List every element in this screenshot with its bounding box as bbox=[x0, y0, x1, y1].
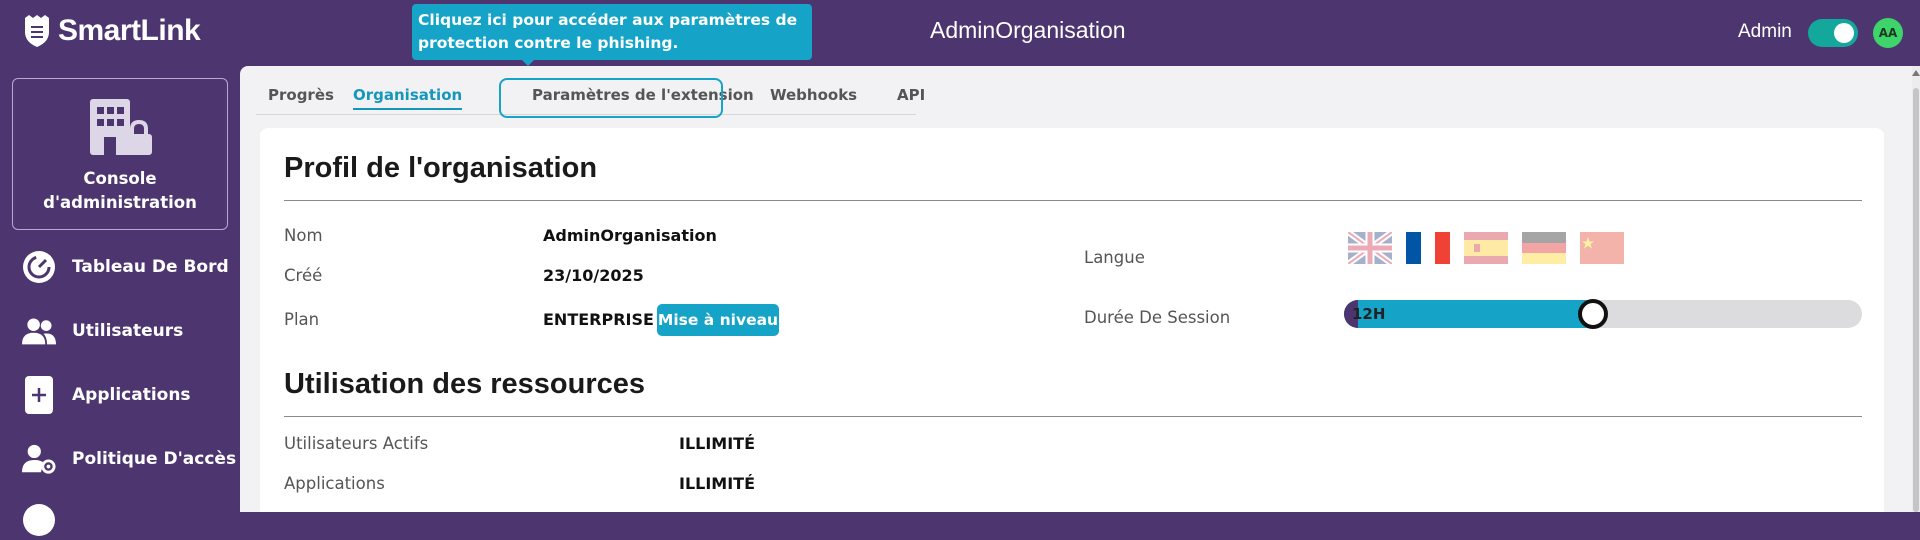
shield-logo-icon bbox=[25, 15, 49, 47]
sidebar-item-label: Utilisateurs bbox=[72, 321, 184, 341]
users-icon bbox=[22, 314, 56, 348]
language-label: Langue bbox=[1084, 248, 1145, 267]
applications-label: Applications bbox=[284, 474, 385, 493]
created-label: Créé bbox=[284, 266, 323, 285]
logo[interactable]: SmartLink bbox=[22, 14, 201, 48]
session-value: 12H bbox=[1352, 305, 1386, 323]
name-label: Nom bbox=[284, 226, 323, 245]
tab-highlight-outline bbox=[499, 78, 723, 118]
sidebar-item-applications[interactable]: Applications bbox=[22, 375, 191, 415]
profile-title: Profil de l'organisation bbox=[284, 152, 598, 184]
active-users-value: ILLIMITÉ bbox=[679, 434, 756, 453]
circle-icon bbox=[22, 503, 56, 537]
active-users-label: Utilisateurs Actifs bbox=[284, 434, 429, 453]
created-value: 23/10/2025 bbox=[543, 266, 644, 285]
tab-organisation[interactable]: Organisation bbox=[353, 86, 463, 110]
admin-console-card[interactable]: Console d'administration bbox=[12, 78, 228, 230]
uk-flag-icon[interactable] bbox=[1348, 232, 1392, 264]
top-bar: SmartLink AdminOrganisation Admin AA bbox=[0, 0, 1920, 66]
tab-api[interactable]: API bbox=[897, 86, 925, 104]
vertical-scrollbar[interactable] bbox=[1912, 66, 1920, 512]
sidebar-item-dashboard[interactable]: Tableau De Bord bbox=[22, 247, 229, 287]
name-value: AdminOrganisation bbox=[543, 226, 717, 245]
toggle-knob bbox=[1834, 23, 1854, 43]
main-panel: Progrès Organisation Paramètres de l'ext… bbox=[240, 66, 1912, 512]
resources-title: Utilisation des ressources bbox=[284, 368, 646, 400]
sidebar-item-access-policy[interactable]: Politique D'accès bbox=[22, 439, 236, 479]
upgrade-button[interactable]: Mise à niveau bbox=[657, 304, 779, 336]
plus-square-icon bbox=[22, 376, 56, 414]
sidebar: Console d'administration Tableau De Bord… bbox=[0, 66, 240, 536]
admin-label: Admin bbox=[1738, 21, 1792, 42]
sidebar-item-label: Politique D'accès bbox=[72, 449, 237, 469]
console-label: Console d'administration bbox=[43, 169, 197, 212]
plan-value: ENTERPRISE bbox=[543, 310, 654, 329]
avatar[interactable]: AA bbox=[1873, 18, 1903, 48]
gauge-icon bbox=[22, 250, 56, 284]
divider bbox=[284, 416, 1862, 417]
sidebar-item-users[interactable]: Utilisateurs bbox=[22, 311, 183, 351]
logo-text: SmartLink bbox=[58, 14, 201, 47]
phishing-tooltip: Cliquez ici pour accéder aux paramètres … bbox=[412, 4, 812, 60]
sidebar-item-more[interactable] bbox=[22, 500, 56, 540]
applications-value: ILLIMITÉ bbox=[679, 474, 756, 493]
plan-label: Plan bbox=[284, 310, 320, 329]
building-lock-icon bbox=[90, 99, 152, 155]
sidebar-item-label: Tableau De Bord bbox=[72, 257, 229, 277]
user-gear-icon bbox=[22, 442, 56, 476]
divider bbox=[284, 200, 1862, 201]
scroll-thumb[interactable] bbox=[1913, 88, 1919, 512]
china-flag-icon[interactable] bbox=[1580, 232, 1624, 264]
scroll-up-arrow-icon[interactable] bbox=[1912, 70, 1920, 76]
admin-toggle[interactable] bbox=[1808, 19, 1858, 47]
spain-flag-icon[interactable] bbox=[1464, 232, 1508, 264]
tooltip-arrow bbox=[520, 58, 536, 66]
tab-progress[interactable]: Progrès bbox=[268, 86, 334, 104]
germany-flag-icon[interactable] bbox=[1522, 232, 1566, 264]
tab-webhooks[interactable]: Webhooks bbox=[770, 86, 857, 104]
session-label: Durée De Session bbox=[1084, 308, 1231, 327]
session-slider-thumb[interactable] bbox=[1578, 299, 1608, 329]
sidebar-item-label: Applications bbox=[72, 385, 191, 405]
org-title: AdminOrganisation bbox=[930, 17, 1126, 43]
france-flag-icon[interactable] bbox=[1406, 232, 1450, 264]
